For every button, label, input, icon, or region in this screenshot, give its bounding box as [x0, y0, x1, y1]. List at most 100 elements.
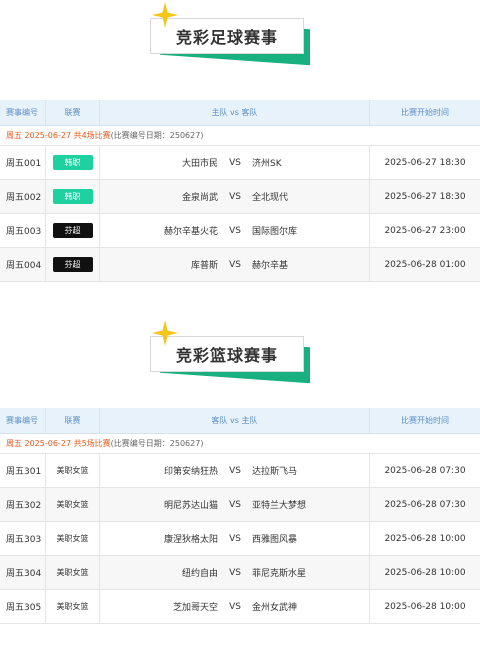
teams-cell: 库普斯 VS 赫尔辛基 — [100, 248, 370, 281]
match-row[interactable]: 周五302 美职女篮 明尼苏达山猫 VS 亚特兰大梦想 2025-06-28 07:30 — [0, 488, 480, 522]
league-badge[interactable]: 芬超 — [52, 223, 93, 238]
match-time: 2025-06-28 07:30 — [384, 499, 466, 510]
team-left[interactable]: 康涅狄格太阳 — [100, 532, 218, 545]
league-cell: 美职女篮 — [46, 522, 100, 555]
match-time: 2025-06-27 23:00 — [384, 225, 466, 236]
basketball-title-banner: 竞彩篮球赛事 — [150, 320, 320, 384]
match-row[interactable]: 周五304 美职女篮 纽约自由 VS 菲尼克斯水星 2025-06-28 10:00 — [0, 556, 480, 590]
header-no: 赛事编号 — [0, 408, 46, 433]
league-cell: 芬超 — [46, 214, 100, 247]
vs-label: VS — [229, 601, 241, 612]
league-label: 美职女篮 — [56, 466, 89, 475]
match-row[interactable]: 周五002 韩职 金泉尚武 VS 全北现代 2025-06-27 18:30 — [0, 180, 480, 214]
match-time: 2025-06-28 07:30 — [384, 465, 466, 476]
header-time: 比赛开始时间 — [401, 416, 449, 425]
date-info-highlight: 周五 2025-06-27 共4场比赛 — [6, 131, 111, 140]
league-badge[interactable]: 韩职 — [52, 189, 93, 204]
teams-cell: 纽约自由 VS 菲尼克斯水星 — [100, 556, 370, 589]
match-row[interactable]: 周五305 美职女篮 芝加哥天空 VS 金州女武神 2025-06-28 10:00 — [0, 590, 480, 624]
match-row[interactable]: 周五303 美职女篮 康涅狄格太阳 VS 西雅图风暴 2025-06-28 10:00 — [0, 522, 480, 556]
team-right[interactable]: 金州女武神 — [252, 600, 369, 613]
vs-label: VS — [229, 191, 241, 202]
football-table: 赛事编号 联赛 主队 vs 客队 比赛开始时间 周五 2025-06-27 共4… — [0, 100, 480, 282]
teams-cell: 大田市民 VS 济州SK — [100, 146, 370, 179]
match-time: 2025-06-27 18:30 — [384, 157, 466, 168]
league-badge[interactable]: 芬超 — [52, 257, 93, 272]
league-label: 美职女篮 — [56, 602, 89, 611]
vs-label: VS — [229, 533, 241, 544]
sparkle-icon — [152, 2, 178, 28]
match-number: 周五302 — [0, 488, 46, 521]
match-time: 2025-06-28 01:00 — [384, 259, 466, 270]
match-row[interactable]: 周五004 芬超 库普斯 VS 赫尔辛基 2025-06-28 01:00 — [0, 248, 480, 282]
team-left[interactable]: 纽约自由 — [100, 566, 218, 579]
header-teams: 主队 vs 客队 — [100, 100, 370, 125]
match-number: 周五004 — [0, 248, 46, 281]
teams-cell: 赫尔辛基火花 VS 国际图尔库 — [100, 214, 370, 247]
match-time: 2025-06-28 10:00 — [384, 567, 466, 578]
match-row[interactable]: 周五301 美职女篮 印第安纳狂热 VS 达拉斯飞马 2025-06-28 07:30 — [0, 454, 480, 488]
teams-cell: 金泉尚武 VS 全北现代 — [100, 180, 370, 213]
match-row[interactable]: 周五003 芬超 赫尔辛基火花 VS 国际图尔库 2025-06-27 23:00 — [0, 214, 480, 248]
vs-label: VS — [229, 225, 241, 236]
team-left[interactable]: 金泉尚武 — [100, 190, 218, 203]
league-label: 美职女篮 — [56, 534, 89, 543]
team-right[interactable]: 赫尔辛基 — [252, 258, 369, 271]
league-cell: 韩职 — [46, 180, 100, 213]
league-label: 美职女篮 — [56, 500, 89, 509]
league-badge[interactable]: 韩职 — [52, 155, 93, 170]
basketball-table: 赛事编号 联赛 客队 vs 主队 比赛开始时间 周五 2025-06-27 共5… — [0, 408, 480, 624]
team-left[interactable]: 印第安纳狂热 — [100, 464, 218, 477]
league-cell: 芬超 — [46, 248, 100, 281]
match-number: 周五001 — [0, 146, 46, 179]
header-time: 比赛开始时间 — [401, 108, 449, 117]
sparkle-icon — [152, 320, 178, 346]
header-no: 赛事编号 — [0, 100, 46, 125]
team-right[interactable]: 全北现代 — [252, 190, 369, 203]
match-time: 2025-06-27 18:30 — [384, 191, 466, 202]
table-header: 赛事编号 联赛 主队 vs 客队 比赛开始时间 — [0, 100, 480, 126]
header-teams: 客队 vs 主队 — [100, 408, 370, 433]
date-info-highlight: 周五 2025-06-27 共5场比赛 — [6, 439, 111, 448]
table-header: 赛事编号 联赛 客队 vs 主队 比赛开始时间 — [0, 408, 480, 434]
league-cell: 美职女篮 — [46, 556, 100, 589]
teams-cell: 康涅狄格太阳 VS 西雅图风暴 — [100, 522, 370, 555]
date-info-note: (比赛编号日期：250627) — [110, 439, 204, 448]
league-cell: 美职女篮 — [46, 590, 100, 623]
team-left[interactable]: 芝加哥天空 — [100, 600, 218, 613]
teams-cell: 芝加哥天空 VS 金州女武神 — [100, 590, 370, 623]
match-row[interactable]: 周五001 韩职 大田市民 VS 济州SK 2025-06-27 18:30 — [0, 146, 480, 180]
vs-label: VS — [229, 157, 241, 168]
team-right[interactable]: 菲尼克斯水星 — [252, 566, 369, 579]
vs-label: VS — [229, 259, 241, 270]
match-number: 周五002 — [0, 180, 46, 213]
team-left[interactable]: 明尼苏达山猫 — [100, 498, 218, 511]
team-right[interactable]: 亚特兰大梦想 — [252, 498, 369, 511]
football-title-banner: 竞彩足球赛事 — [150, 2, 320, 66]
league-cell: 韩职 — [46, 146, 100, 179]
team-right[interactable]: 国际图尔库 — [252, 224, 369, 237]
team-right[interactable]: 达拉斯飞马 — [252, 464, 369, 477]
teams-cell: 印第安纳狂热 VS 达拉斯飞马 — [100, 454, 370, 487]
match-number: 周五301 — [0, 454, 46, 487]
match-number: 周五304 — [0, 556, 46, 589]
team-left[interactable]: 大田市民 — [100, 156, 218, 169]
team-right[interactable]: 西雅图风暴 — [252, 532, 369, 545]
league-cell: 美职女篮 — [46, 454, 100, 487]
header-league: 联赛 — [46, 100, 100, 125]
date-info-note: (比赛编号日期：250627) — [110, 131, 204, 140]
match-number: 周五303 — [0, 522, 46, 555]
team-left[interactable]: 赫尔辛基火花 — [100, 224, 218, 237]
teams-cell: 明尼苏达山猫 VS 亚特兰大梦想 — [100, 488, 370, 521]
vs-label: VS — [229, 567, 241, 578]
header-league: 联赛 — [46, 408, 100, 433]
league-cell: 美职女篮 — [46, 488, 100, 521]
team-left[interactable]: 库普斯 — [100, 258, 218, 271]
date-info: 周五 2025-06-27 共4场比赛 (比赛编号日期：250627) — [0, 126, 480, 146]
match-time: 2025-06-28 10:00 — [384, 533, 466, 544]
match-time: 2025-06-28 10:00 — [384, 601, 466, 612]
match-number: 周五003 — [0, 214, 46, 247]
vs-label: VS — [229, 499, 241, 510]
vs-label: VS — [229, 465, 241, 476]
team-right[interactable]: 济州SK — [252, 156, 369, 169]
